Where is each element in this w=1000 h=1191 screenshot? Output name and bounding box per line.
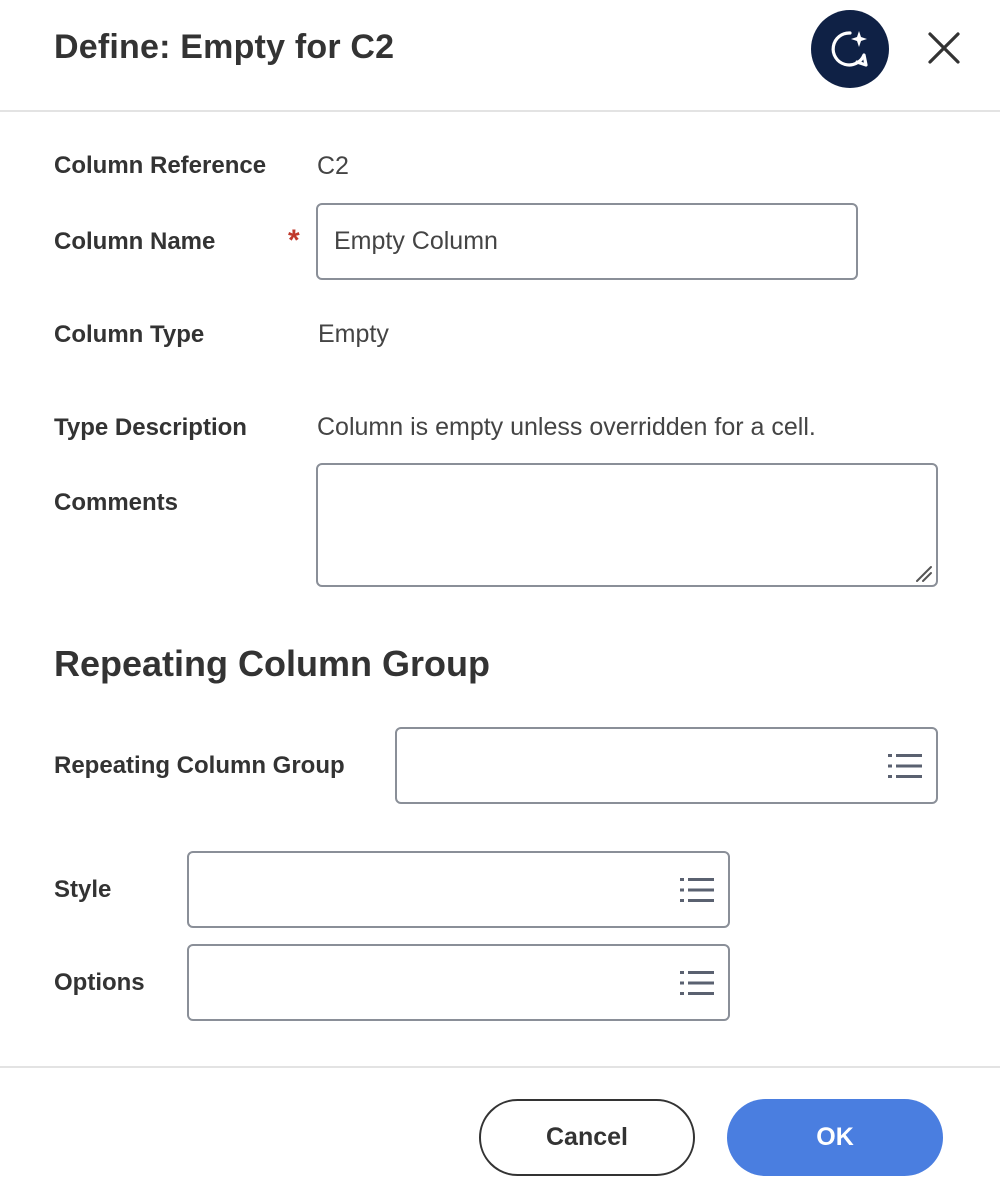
column-type-value: Empty: [318, 320, 389, 348]
repeating-column-group-prompt[interactable]: [395, 727, 938, 804]
assistant-button[interactable]: [811, 10, 889, 88]
dialog-title: Define: Empty for C2: [54, 28, 395, 66]
column-reference-value: C2: [317, 152, 349, 180]
cancel-button[interactable]: Cancel: [479, 1099, 695, 1176]
comments-textarea[interactable]: [316, 463, 938, 587]
column-type-label: Column Type: [54, 321, 205, 348]
close-button[interactable]: [922, 26, 966, 70]
style-prompt[interactable]: [187, 851, 730, 928]
column-name-label: Column Name: [54, 228, 216, 255]
style-label: Style: [54, 876, 112, 903]
type-description-value: Column is empty unless overridden for a …: [317, 413, 816, 441]
column-reference-label: Column Reference: [54, 152, 267, 179]
options-prompt[interactable]: [187, 944, 730, 1021]
sparkle-chat-icon: [831, 31, 868, 67]
repeating-column-group-label: Repeating Column Group: [54, 752, 345, 779]
options-label: Options: [54, 969, 145, 996]
column-name-input[interactable]: [316, 203, 858, 280]
list-icon: [888, 753, 922, 778]
resize-handle-icon[interactable]: [913, 563, 933, 583]
repeating-column-group-heading: Repeating Column Group: [54, 643, 490, 684]
required-marker: *: [288, 224, 300, 257]
close-icon: [928, 32, 960, 64]
list-icon: [680, 877, 714, 902]
list-icon: [680, 970, 714, 995]
comments-label: Comments: [54, 489, 179, 516]
ok-button[interactable]: OK: [727, 1099, 943, 1176]
dialog-header: Define: Empty for C2: [0, 0, 1000, 112]
define-column-dialog: Define: Empty for C2 Column Reference C2…: [0, 0, 1000, 1191]
type-description-label: Type Description: [54, 414, 247, 441]
